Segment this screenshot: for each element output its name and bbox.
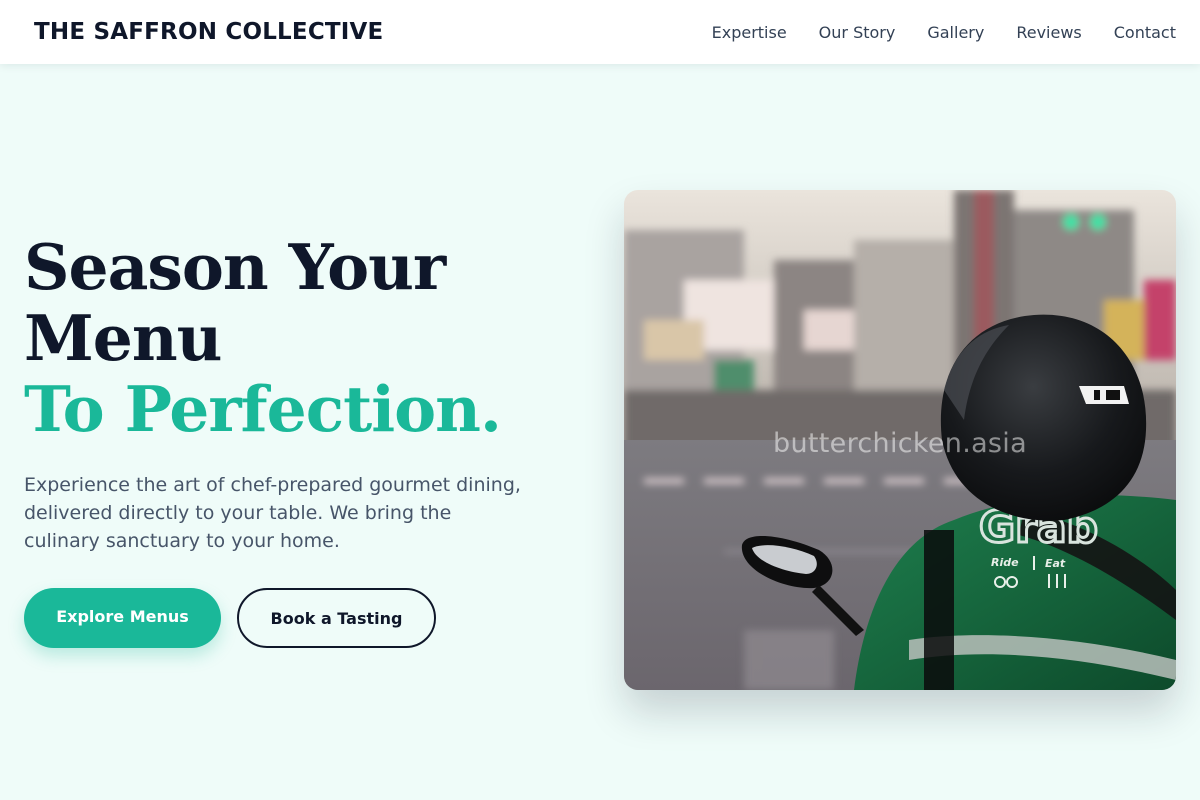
headline-line-1: Season Your	[24, 230, 446, 304]
hero-description: Experience the art of chef-prepared gour…	[24, 474, 521, 552]
rider-helmet	[940, 314, 1147, 521]
nav-link-gallery[interactable]: Gallery	[927, 23, 984, 42]
nav-link-reviews[interactable]: Reviews	[1016, 23, 1081, 42]
book-tasting-button[interactable]: Book a Tasting	[237, 588, 436, 648]
headline-line-2: Menu	[24, 301, 222, 375]
hero-section: Season Your Menu To Perfection. Experien…	[24, 232, 564, 648]
site-header: THE SAFFRON COLLECTIVE Expertise Our Sto…	[0, 0, 1200, 64]
hero-cta-group: Explore Menus Book a Tasting	[24, 588, 564, 648]
nav-link-expertise[interactable]: Expertise	[712, 23, 787, 42]
motorbike-handlebar	[924, 530, 954, 690]
main-nav: Expertise Our Story Gallery Reviews Cont…	[712, 23, 1176, 42]
jacket-ride-label: Ride	[991, 556, 1019, 569]
brand-logo[interactable]: THE SAFFRON COLLECTIVE	[34, 19, 383, 45]
hero-headline: Season Your Menu To Perfection.	[24, 232, 564, 445]
headline-accent: To Perfection.	[24, 372, 502, 446]
jacket-eat-label: Eat	[1045, 557, 1066, 570]
nav-link-our-story[interactable]: Our Story	[819, 23, 896, 42]
explore-menus-button[interactable]: Explore Menus	[24, 588, 221, 648]
photo-watermark: butterchicken.asia	[773, 428, 1027, 459]
nav-link-contact[interactable]: Contact	[1114, 23, 1176, 42]
hero-photo-delivery-rider: Grab Ride Eat butterchicken.asia	[624, 190, 1176, 690]
